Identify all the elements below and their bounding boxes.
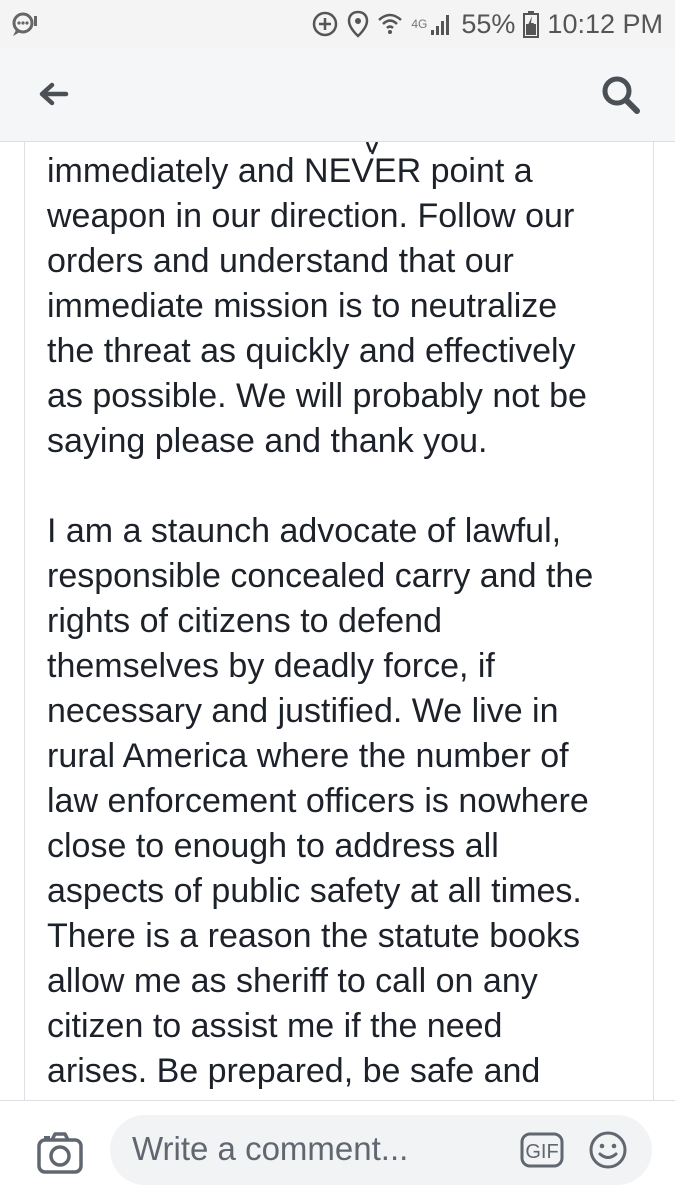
post-line: citizen to assist me if the need — [47, 1007, 503, 1045]
gif-button[interactable]: GIF — [520, 1132, 564, 1168]
post-line: the threat as quickly and effectively — [47, 332, 576, 370]
post-line: close to enough to address all — [47, 827, 499, 865]
post-line: responsible concealed carry and the — [47, 557, 594, 595]
status-bar: 4G 55% 10:12 PM — [0, 0, 675, 48]
camera-icon[interactable] — [36, 1131, 84, 1175]
signal-icon — [429, 12, 453, 36]
app-header — [0, 48, 675, 142]
post-line: allow me as sheriff to call on any — [47, 962, 538, 1000]
post-line: rights of citizens to defend — [47, 602, 443, 640]
arrow-left-icon[interactable] — [36, 76, 72, 112]
comment-input[interactable]: Write a comment... GIF — [110, 1115, 652, 1185]
comment-placeholder: Write a comment... — [132, 1130, 409, 1167]
clock: 10:12 PM — [547, 8, 663, 39]
smiley-icon[interactable] — [588, 1130, 628, 1170]
notification-icon — [10, 10, 38, 38]
post-paragraph-1: immediately and NEVER point a weapon in … — [47, 149, 647, 464]
battery-percent: 55% — [461, 8, 516, 39]
post-line: There is a reason the statute books — [47, 917, 580, 955]
search-icon[interactable] — [600, 74, 642, 116]
location-icon — [347, 10, 369, 38]
gif-label: GIF — [525, 1141, 558, 1163]
wifi-icon — [377, 11, 403, 37]
post-line: immediate mission is to neutralize — [47, 287, 558, 325]
post-line: law enforcement officers is nowhere — [47, 782, 589, 820]
post-line: saying please and thank you. — [47, 422, 488, 460]
post-line: immediately and NEVER point a — [47, 152, 533, 190]
post-line: I am a staunch advocate of lawful, — [47, 512, 562, 550]
data-saver-icon — [311, 10, 339, 38]
network-type: 4G — [411, 17, 428, 31]
comment-bar: Write a comment... GIF — [0, 1100, 675, 1201]
post-content: immediately and NEVER point a weapon in … — [24, 142, 654, 1100]
post-body: immediately and NEVER point a weapon in … — [47, 149, 647, 1094]
post-line: themselves by deadly force, if — [47, 647, 495, 685]
post-line: aspects of public safety at all times. — [47, 872, 582, 910]
status-icons: 4G 55% 10:12 PM — [311, 0, 663, 48]
post-line: weapon in our direction. Follow our — [47, 197, 575, 235]
post-line: arises. Be prepared, be safe and — [47, 1052, 541, 1090]
post-paragraph-2: I am a staunch advocate of lawful, respo… — [47, 509, 647, 1094]
post-line: necessary and justified. We live in — [47, 692, 559, 730]
battery-icon — [523, 10, 540, 38]
post-line: rural America where the number of — [47, 737, 569, 775]
post-line: orders and understand that our — [47, 242, 514, 280]
post-line: as possible. We will probably not be — [47, 377, 587, 415]
